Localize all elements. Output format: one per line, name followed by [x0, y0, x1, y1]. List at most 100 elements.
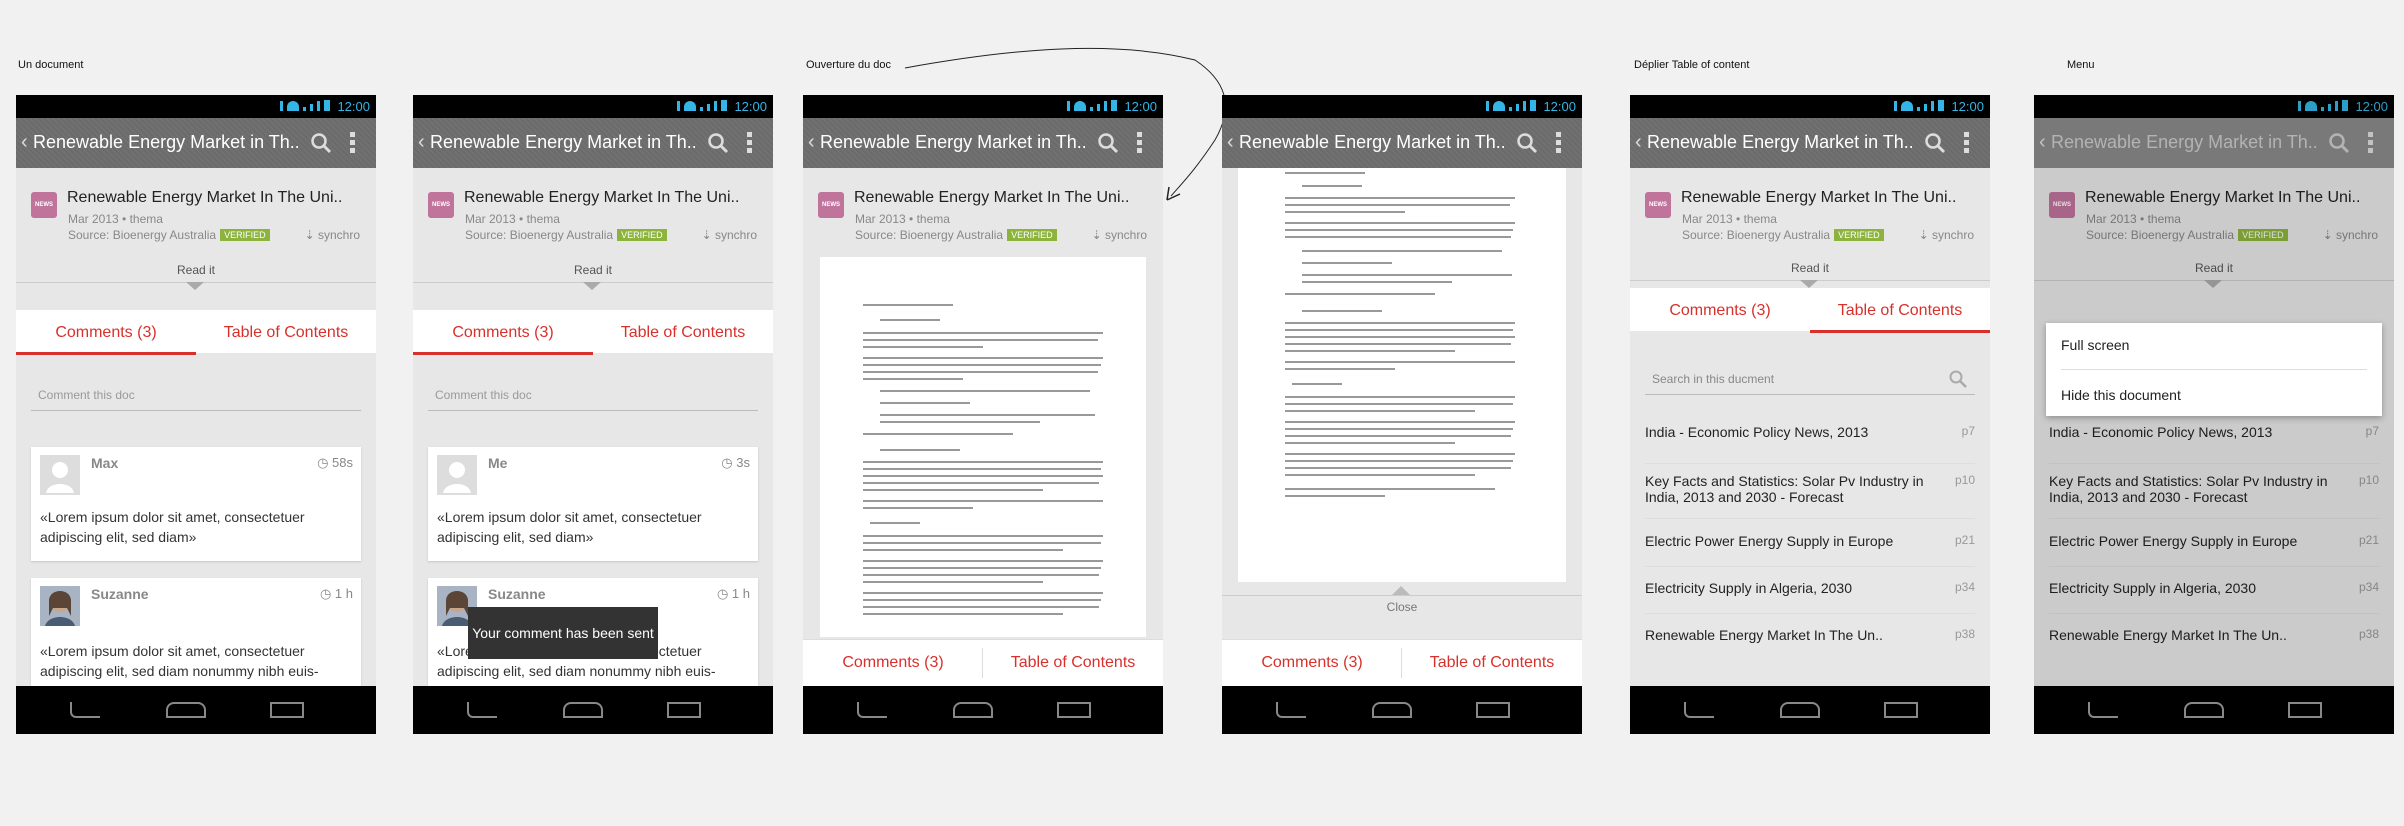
- close-button[interactable]: Close: [1222, 600, 1582, 614]
- status-time: 12:00: [1543, 99, 1576, 114]
- comment-author: Max: [91, 455, 119, 471]
- toc-item-title: Key Facts and Statistics: Solar Pv Indus…: [1645, 473, 1924, 505]
- source-label: Source: Bioenergy Australia: [68, 228, 217, 242]
- toc-search-placeholder: Search in this ducment: [1652, 372, 1775, 386]
- toc-item[interactable]: Key Facts and Statistics: Solar Pv Indus…: [1645, 473, 1975, 519]
- synchro-label[interactable]: ⇣ synchro: [1919, 228, 1974, 242]
- status-icons: [677, 100, 727, 111]
- search-icon[interactable]: [1924, 132, 1946, 154]
- expand-arrow-icon[interactable]: [583, 282, 601, 290]
- toc-item-title: Electricity Supply in Algeria, 2030: [1645, 580, 1852, 596]
- synchro-label[interactable]: ⇣ synchro: [1092, 228, 1147, 242]
- recent-apps-icon[interactable]: [1884, 702, 1918, 718]
- document-source: Source: Bioenergy Australia VERIFIED: [465, 228, 667, 242]
- back-chevron-icon[interactable]: ‹: [1227, 131, 1234, 154]
- overflow-menu-icon[interactable]: [1556, 132, 1562, 154]
- back-nav-icon[interactable]: [1684, 702, 1714, 718]
- recent-apps-icon[interactable]: [2288, 702, 2322, 718]
- tab-table-of-contents[interactable]: Table of Contents: [593, 310, 773, 355]
- toc-search-input[interactable]: Search in this ducment: [1645, 367, 1975, 395]
- overflow-menu-icon[interactable]: [747, 132, 753, 154]
- status-bar: 12:00: [413, 95, 773, 118]
- recent-apps-icon[interactable]: [1057, 702, 1091, 718]
- comment-time: ◷ 3s: [721, 455, 750, 470]
- search-icon[interactable]: [1097, 132, 1119, 154]
- back-chevron-icon[interactable]: ‹: [808, 131, 815, 154]
- tab-comments[interactable]: Comments (3): [413, 310, 593, 355]
- toc-item[interactable]: India - Economic Policy News, 2013 p7: [1645, 424, 1975, 464]
- toc-item[interactable]: Electric Power Energy Supply in Europe p2…: [1645, 533, 1975, 567]
- search-icon[interactable]: [1949, 370, 1967, 388]
- home-nav-icon[interactable]: [563, 702, 603, 718]
- read-it-link[interactable]: Read it: [1630, 261, 1990, 275]
- back-nav-icon[interactable]: [857, 702, 887, 718]
- comment-author: Suzanne: [91, 586, 149, 602]
- tab-comments[interactable]: Comments (3): [1630, 288, 1810, 333]
- action-bar: ‹ Renewable Energy Market in Th..: [1630, 118, 1990, 168]
- tab-table-of-contents[interactable]: Table of Contents: [983, 640, 1163, 685]
- back-nav-icon[interactable]: [1276, 702, 1306, 718]
- document-page-preview[interactable]: [820, 257, 1146, 637]
- home-nav-icon[interactable]: [953, 702, 993, 718]
- overflow-menu-icon[interactable]: [1964, 132, 1970, 154]
- synchro-text: synchro: [1931, 228, 1974, 242]
- nav-bar: [2034, 686, 2394, 734]
- search-icon[interactable]: [1516, 132, 1538, 154]
- document-meta: Mar 2013 • thema: [1682, 212, 1777, 226]
- toc-item-page: p38: [1954, 627, 1975, 641]
- recent-apps-icon[interactable]: [270, 702, 304, 718]
- back-chevron-icon[interactable]: ‹: [1635, 131, 1642, 154]
- document-header[interactable]: NEWS Renewable Energy Market In The Uni.…: [16, 168, 376, 253]
- overflow-menu-icon[interactable]: [1137, 132, 1143, 154]
- tab-comments[interactable]: Comments (3): [1222, 640, 1402, 685]
- toc-item[interactable]: Electricity Supply in Algeria, 2030 p34: [1645, 580, 1975, 614]
- toc-item-page: p7: [1961, 424, 1975, 438]
- tab-table-of-contents[interactable]: Table of Contents: [196, 310, 376, 355]
- synchro-label[interactable]: ⇣ synchro: [702, 228, 757, 242]
- expand-arrow-icon[interactable]: [186, 282, 204, 290]
- document-header[interactable]: NEWS Renewable Energy Market In The Uni.…: [413, 168, 773, 253]
- document-header[interactable]: NEWS Renewable Energy Market In The Uni.…: [803, 168, 1163, 253]
- action-bar: ‹ Renewable Energy Market in Th..: [803, 118, 1163, 168]
- recent-apps-icon[interactable]: [667, 702, 701, 718]
- home-nav-icon[interactable]: [2184, 702, 2224, 718]
- back-nav-icon[interactable]: [70, 702, 100, 718]
- overflow-menu-icon[interactable]: [350, 132, 356, 154]
- search-icon[interactable]: [707, 132, 729, 154]
- menu-item-hide-document[interactable]: Hide this document: [2061, 387, 2181, 403]
- action-bar-title: Renewable Energy Market in Th..: [820, 132, 1085, 152]
- tab-table-of-contents[interactable]: Table of Contents: [1810, 288, 1990, 333]
- document-page[interactable]: [1238, 168, 1566, 582]
- tab-table-of-contents[interactable]: Table of Contents: [1402, 640, 1582, 685]
- toc-item[interactable]: Renewable Energy Market In The Un.. p38: [1645, 627, 1975, 657]
- comment-text: «Lorem ipsum dolor sit amet, consectetue…: [40, 643, 319, 679]
- menu-item-full-screen[interactable]: Full screen: [2061, 337, 2129, 353]
- divider: [2061, 369, 2367, 370]
- toc-item-page: p10: [1954, 473, 1975, 487]
- comment-input[interactable]: Comment this doc: [31, 385, 361, 411]
- tab-comments[interactable]: Comments (3): [803, 640, 983, 685]
- home-nav-icon[interactable]: [1780, 702, 1820, 718]
- read-it-link[interactable]: Read it: [413, 263, 773, 277]
- collapse-arrow-icon[interactable]: [1392, 586, 1410, 595]
- home-nav-icon[interactable]: [1372, 702, 1412, 718]
- read-it-link[interactable]: Read it: [16, 263, 376, 277]
- expand-arrow-icon[interactable]: [1800, 280, 1818, 288]
- back-nav-icon[interactable]: [2088, 702, 2118, 718]
- bottom-tab-bar: Comments (3) Table of Contents: [1222, 639, 1582, 686]
- tab-comments[interactable]: Comments (3): [16, 310, 196, 355]
- recent-apps-icon[interactable]: [1476, 702, 1510, 718]
- status-time: 12:00: [734, 99, 767, 114]
- document-header[interactable]: NEWS Renewable Energy Market In The Uni.…: [1630, 168, 1990, 253]
- home-nav-icon[interactable]: [166, 702, 206, 718]
- synchro-label[interactable]: ⇣ synchro: [305, 228, 360, 242]
- back-chevron-icon[interactable]: ‹: [21, 131, 28, 154]
- status-bar: 12:00: [1222, 95, 1582, 118]
- back-chevron-icon[interactable]: ‹: [418, 131, 425, 154]
- verified-badge: VERIFIED: [1007, 229, 1057, 241]
- search-icon[interactable]: [310, 132, 332, 154]
- back-nav-icon[interactable]: [467, 702, 497, 718]
- news-badge-icon: NEWS: [1645, 192, 1671, 218]
- source-label: Source: Bioenergy Australia: [1682, 228, 1831, 242]
- comment-input[interactable]: Comment this doc: [428, 385, 758, 411]
